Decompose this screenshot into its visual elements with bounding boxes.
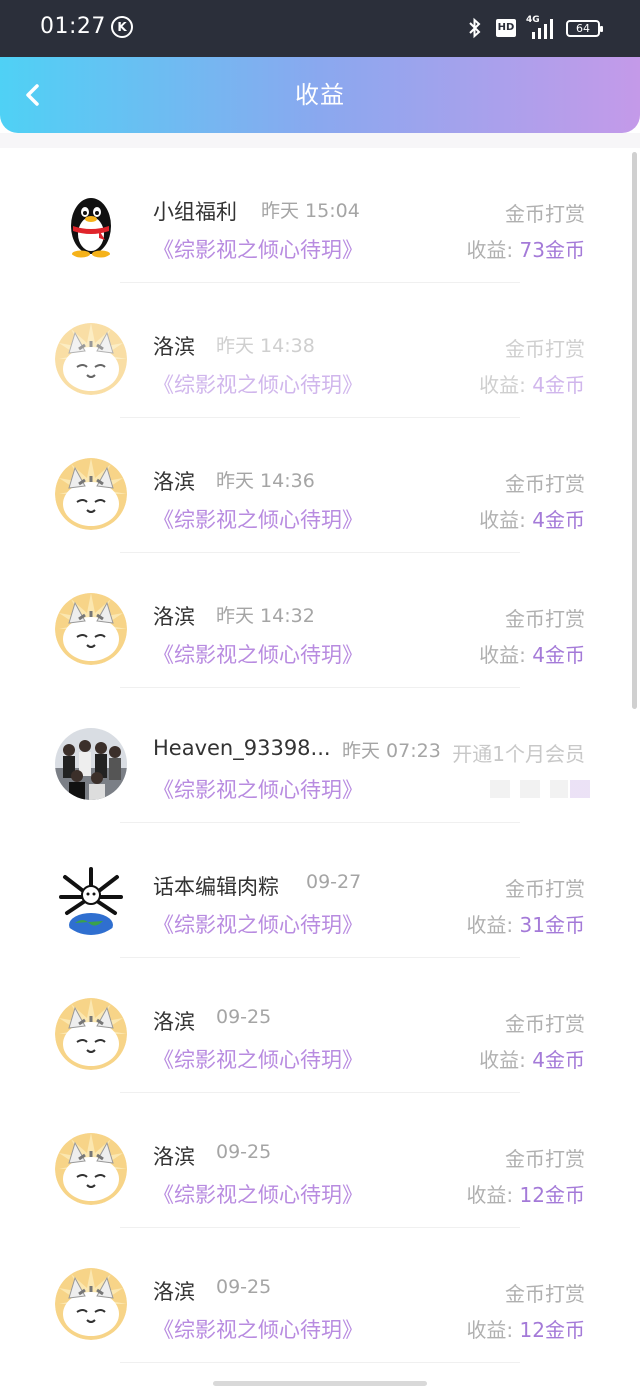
sender-name: 洛滨	[153, 470, 195, 494]
status-icons: HD 4G 64	[464, 15, 603, 40]
page-title: 收益	[295, 81, 345, 109]
timestamp: 昨天 15:04	[261, 200, 360, 222]
earning-type: 金币打赏	[505, 202, 585, 226]
list-item[interactable]: 洛滨 09-25 《综影视之倾心待玥》 金币打赏 收益: 4金币	[0, 958, 640, 1093]
status-bar: 01:27 K HD 4G 64	[0, 0, 640, 57]
list-item[interactable]: 话本编辑肉粽 09-27 《综影视之倾心待玥》 金币打赏 收益: 31金币	[0, 823, 640, 958]
sender-name: 洛滨	[153, 1010, 195, 1034]
sender-name: 小组福利	[153, 200, 237, 224]
earning-amount: 收益: 12金币	[466, 1179, 585, 1208]
header-shadow-strip	[0, 133, 640, 148]
book-title[interactable]: 《综影视之倾心待玥》	[153, 639, 363, 669]
earning-type: 金币打赏	[505, 607, 585, 631]
earth-skull-icon	[55, 863, 127, 935]
timestamp: 09-25	[216, 1141, 272, 1163]
earning-value: 4金币	[532, 643, 585, 667]
book-title[interactable]: 《综影视之倾心待玥》	[153, 234, 363, 264]
earning-type: 金币打赏	[505, 337, 585, 361]
timestamp: 昨天 07:23	[342, 740, 441, 762]
book-title[interactable]: 《综影视之倾心待玥》	[153, 909, 363, 939]
earning-value: 73金币	[519, 238, 585, 262]
earning-value: 12金币	[519, 1318, 585, 1342]
network-type: 4G	[526, 15, 540, 25]
timestamp: 昨天 14:38	[216, 335, 315, 357]
earning-amount: 收益: 4金币	[479, 504, 585, 533]
list-item[interactable]: 洛滨 09-25 《综影视之倾心待玥》 金币打赏 收益: 12金币	[0, 1228, 640, 1363]
timestamp: 09-25	[216, 1006, 272, 1028]
timestamp: 09-27	[306, 871, 362, 893]
earning-label: 收益:	[466, 1183, 514, 1207]
earning-amount: 收益: 12金币	[466, 1314, 585, 1343]
divider	[120, 1362, 520, 1363]
earnings-list[interactable]: 小组福利 昨天 15:04 《综影视之倾心待玥》 金币打赏 收益: 73金币 洛…	[0, 148, 640, 1387]
earning-type: 金币打赏	[505, 1282, 585, 1306]
timestamp: 09-25	[216, 1276, 272, 1298]
earning-label: 收益:	[479, 1048, 526, 1072]
header-bar: 收益	[0, 57, 640, 133]
sender-name: 洛滨	[153, 1280, 195, 1304]
sender-name: 洛滨	[153, 1145, 195, 1169]
hd-icon: HD	[496, 19, 516, 37]
qq-penguin-icon	[55, 188, 127, 260]
earning-type: 金币打赏	[505, 877, 585, 901]
cartoon-cat-icon	[55, 1268, 127, 1340]
cartoon-cat-icon	[55, 1133, 127, 1205]
earning-value: 4金币	[532, 373, 585, 397]
bluetooth-icon	[469, 17, 481, 39]
earning-label: 收益:	[479, 508, 526, 532]
status-time: 01:27	[40, 14, 106, 39]
list-item[interactable]: 洛滨 09-25 《综影视之倾心待玥》 金币打赏 收益: 12金币	[0, 1093, 640, 1228]
cartoon-cat-icon	[55, 323, 127, 395]
earning-value: 4金币	[532, 508, 585, 532]
earning-type: 金币打赏	[505, 472, 585, 496]
earning-type: 金币打赏	[505, 1012, 585, 1036]
k-badge-icon: K	[111, 16, 133, 38]
sender-name: 洛滨	[153, 335, 195, 359]
group-photo-icon	[55, 728, 127, 800]
earning-amount: 收益: 31金币	[466, 909, 585, 938]
book-title[interactable]: 《综影视之倾心待玥》	[153, 1179, 363, 1209]
timestamp: 昨天 14:32	[216, 605, 315, 627]
earning-amount: 收益: 4金币	[479, 1044, 585, 1073]
sender-name: Heaven_93398...	[153, 736, 331, 760]
earning-type: 开通1个月会员	[452, 742, 585, 766]
earning-value: 12金币	[519, 1183, 585, 1207]
book-title[interactable]: 《综影视之倾心待玥》	[153, 1044, 363, 1074]
earning-label: 收益:	[479, 373, 526, 397]
list-item[interactable]: 洛滨 昨天 14:36 《综影视之倾心待玥》 金币打赏 收益: 4金币	[0, 418, 640, 553]
book-title[interactable]: 《综影视之倾心待玥》	[153, 774, 363, 804]
home-indicator[interactable]	[213, 1381, 427, 1386]
sender-name: 话本编辑肉粽	[153, 875, 279, 899]
earning-amount: 收益: 4金币	[479, 639, 585, 668]
list-item[interactable]: 洛滨 昨天 14:38 《综影视之倾心待玥》 金币打赏 收益: 4金币	[0, 283, 640, 418]
cartoon-cat-icon	[55, 593, 127, 665]
list-item[interactable]: 小组福利 昨天 15:04 《综影视之倾心待玥》 金币打赏 收益: 73金币	[0, 148, 640, 283]
list-item[interactable]: Heaven_93398... 昨天 07:23 《综影视之倾心待玥》 开通1个…	[0, 688, 640, 823]
timestamp: 昨天 14:36	[216, 470, 315, 492]
book-title[interactable]: 《综影视之倾心待玥》	[153, 369, 363, 399]
earning-label: 收益:	[466, 913, 514, 937]
signal-icon: 4G	[526, 15, 556, 39]
earning-type: 金币打赏	[505, 1147, 585, 1171]
earning-label: 收益:	[466, 238, 514, 262]
earning-label: 收益:	[479, 643, 526, 667]
cartoon-cat-icon	[55, 998, 127, 1070]
earning-label: 收益:	[466, 1318, 514, 1342]
earning-value: 31金币	[519, 913, 585, 937]
list-item[interactable]: 洛滨 昨天 14:32 《综影视之倾心待玥》 金币打赏 收益: 4金币	[0, 553, 640, 688]
earning-amount: 收益: 73金币	[466, 234, 585, 263]
book-title[interactable]: 《综影视之倾心待玥》	[153, 1314, 363, 1344]
cartoon-cat-icon	[55, 458, 127, 530]
book-title[interactable]: 《综影视之倾心待玥》	[153, 504, 363, 534]
earning-value: 4金币	[532, 1048, 585, 1072]
sender-name: 洛滨	[153, 605, 195, 629]
scrollbar[interactable]	[632, 152, 637, 709]
blurred-earning	[490, 780, 590, 798]
battery-icon: 64	[566, 19, 603, 37]
earning-amount: 收益: 4金币	[479, 369, 585, 398]
